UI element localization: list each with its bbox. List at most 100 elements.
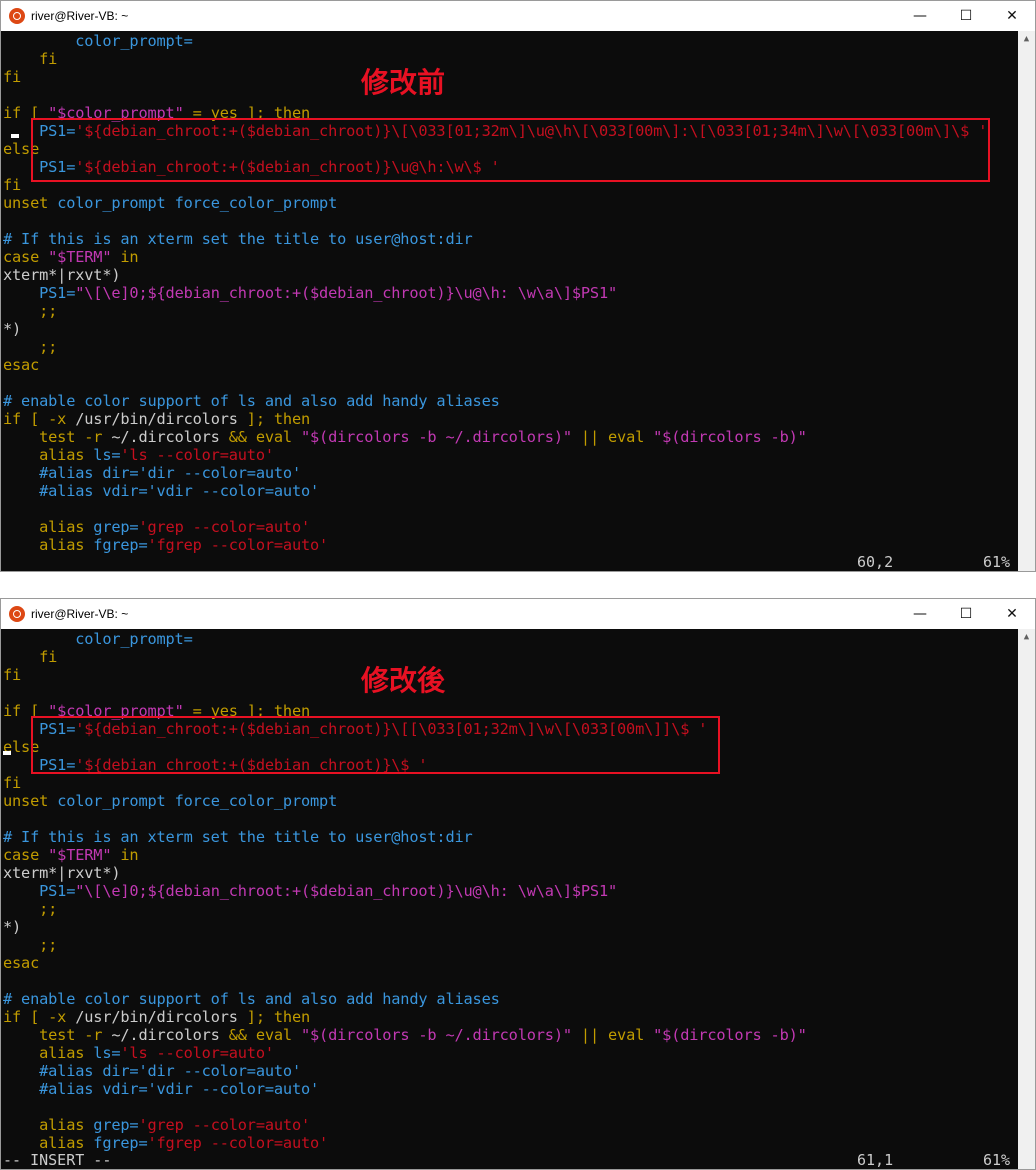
code-line: if [ -x /usr/bin/dircolors ]; then [3, 410, 310, 428]
code-token: 'fgrep --color=auto' [147, 1134, 329, 1152]
code-line: # If this is an xterm set the title to u… [3, 230, 473, 248]
annotation-label: 修改後 [361, 664, 446, 697]
code-token: ]; then [237, 410, 311, 428]
code-token: "$(dircolors -b)" [653, 428, 807, 446]
code-token: fi [3, 50, 58, 68]
code-token: #alias vdir='vdir --color=auto' [3, 482, 320, 500]
code-line: fi [3, 666, 21, 684]
code-token: grep= [93, 1116, 139, 1134]
code-token: ~/.dircolors [111, 1026, 229, 1044]
code-token: fi [3, 774, 22, 792]
code-token: PS1= [3, 284, 76, 302]
code-line: ;; [3, 936, 57, 954]
code-line: esac [3, 356, 39, 374]
code-token: test -r [3, 428, 112, 446]
title-bar[interactable]: river@River-VB: ~ — ☐ ✕ [1, 1, 1035, 31]
code-token: color_prompt= [3, 32, 193, 50]
terminal-window-before: river@River-VB: ~ — ☐ ✕ color_prompt= fi… [0, 0, 1036, 572]
ubuntu-logo-icon [9, 8, 25, 24]
code-token: # If this is an xterm set the title to u… [3, 828, 473, 846]
code-token: #alias dir='dir --color=auto' [3, 1062, 301, 1080]
status-percent: 61% [983, 553, 1011, 571]
close-button[interactable]: ✕ [989, 1, 1035, 31]
code-token: alias [3, 1134, 94, 1152]
code-line: test -r ~/.dircolors && eval "$(dircolor… [3, 428, 807, 446]
code-token: #alias vdir='vdir --color=auto' [3, 1080, 320, 1098]
scrollbar[interactable]: ▲ [1018, 629, 1035, 1169]
code-line: #alias dir='dir --color=auto' [3, 1062, 301, 1080]
code-line: #alias vdir='vdir --color=auto' [3, 482, 319, 500]
code-token: "$(dircolors -b)" [653, 1026, 807, 1044]
status-position: 61,1 [857, 1151, 894, 1169]
code-token: fi [3, 176, 22, 194]
code-line: xterm*|rxvt*) [3, 864, 121, 882]
code-token: alias [3, 536, 94, 554]
window-title: river@River-VB: ~ [31, 607, 129, 621]
code-token: ;; [3, 936, 58, 954]
code-line: PS1="\[\e]0;${debian_chroot:+($debian_ch… [3, 882, 617, 900]
code-token: 'grep --color=auto' [138, 1116, 311, 1134]
minimize-button[interactable]: — [897, 1, 943, 31]
code-token: unset [3, 194, 58, 212]
scroll-up-arrow-icon[interactable]: ▲ [1018, 31, 1035, 48]
code-token: /usr/bin/dircolors [75, 410, 238, 428]
window-title: river@River-VB: ~ [31, 9, 129, 23]
code-token: xterm*|rxvt*) [3, 266, 121, 284]
terminal-content[interactable]: color_prompt= fi fi if [ "$color_prompt" =… [1, 629, 1018, 1169]
code-token: fi [3, 666, 22, 684]
code-token: *) [3, 320, 22, 338]
code-token: PS1= [3, 882, 76, 900]
code-token: alias [3, 518, 94, 536]
code-token: alias [3, 1116, 94, 1134]
code-token: in [111, 248, 139, 266]
code-token: color_prompt force_color_prompt [57, 792, 338, 810]
maximize-button[interactable]: ☐ [943, 1, 989, 31]
code-token: color_prompt force_color_prompt [57, 194, 338, 212]
code-line: xterm*|rxvt*) [3, 266, 121, 284]
code-line: case "$TERM" in [3, 846, 139, 864]
code-line: # enable color support of ls and also ad… [3, 990, 500, 1008]
code-token: || eval [571, 428, 654, 446]
scroll-up-arrow-icon[interactable]: ▲ [1018, 629, 1035, 646]
minimize-button[interactable]: — [897, 599, 943, 629]
code-token: 'ls --color=auto' [120, 446, 274, 464]
code-token: "$TERM" [48, 248, 112, 266]
code-line: ;; [3, 338, 57, 356]
code-token: case [3, 846, 49, 864]
highlight-box [31, 118, 990, 182]
code-token: && eval [228, 428, 301, 446]
status-mode: -- INSERT -- [3, 1151, 112, 1169]
terminal-window-after: river@River-VB: ~ — ☐ ✕ color_prompt= fi… [0, 598, 1036, 1170]
code-token: ;; [3, 338, 58, 356]
title-bar[interactable]: river@River-VB: ~ — ☐ ✕ [1, 599, 1035, 629]
code-token: grep= [93, 518, 139, 536]
code-line: PS1="\[\e]0;${debian_chroot:+($debian_ch… [3, 284, 617, 302]
text-cursor [11, 134, 19, 138]
code-line: ;; [3, 302, 57, 320]
code-token: esac [3, 356, 40, 374]
code-line: alias grep='grep --color=auto' [3, 518, 310, 536]
code-token: # If this is an xterm set the title to u… [3, 230, 473, 248]
code-token: case [3, 248, 49, 266]
code-token: ls= [93, 1044, 121, 1062]
code-token: if [ -x [3, 1008, 76, 1026]
code-token: 'fgrep --color=auto' [147, 536, 329, 554]
scrollbar[interactable]: ▲ [1018, 31, 1035, 571]
close-button[interactable]: ✕ [989, 599, 1035, 629]
code-token: ]; then [237, 1008, 311, 1026]
code-token: unset [3, 792, 58, 810]
code-token: ;; [3, 302, 58, 320]
maximize-button[interactable]: ☐ [943, 599, 989, 629]
code-line: ;; [3, 900, 57, 918]
code-token: xterm*|rxvt*) [3, 864, 121, 882]
code-token: 'grep --color=auto' [138, 518, 311, 536]
code-line: fi [3, 774, 21, 792]
terminal-content[interactable]: color_prompt= fi fi if [ "$color_prompt" =… [1, 31, 1018, 571]
code-token: ~/.dircolors [111, 428, 229, 446]
code-line: fi [3, 50, 57, 68]
code-token: fi [3, 648, 58, 666]
code-line: fi [3, 176, 21, 194]
code-line: test -r ~/.dircolors && eval "$(dircolor… [3, 1026, 807, 1044]
code-token: alias [3, 1044, 94, 1062]
code-token: "\[\e]0;${debian_chroot:+($debian_chroot… [75, 284, 618, 302]
